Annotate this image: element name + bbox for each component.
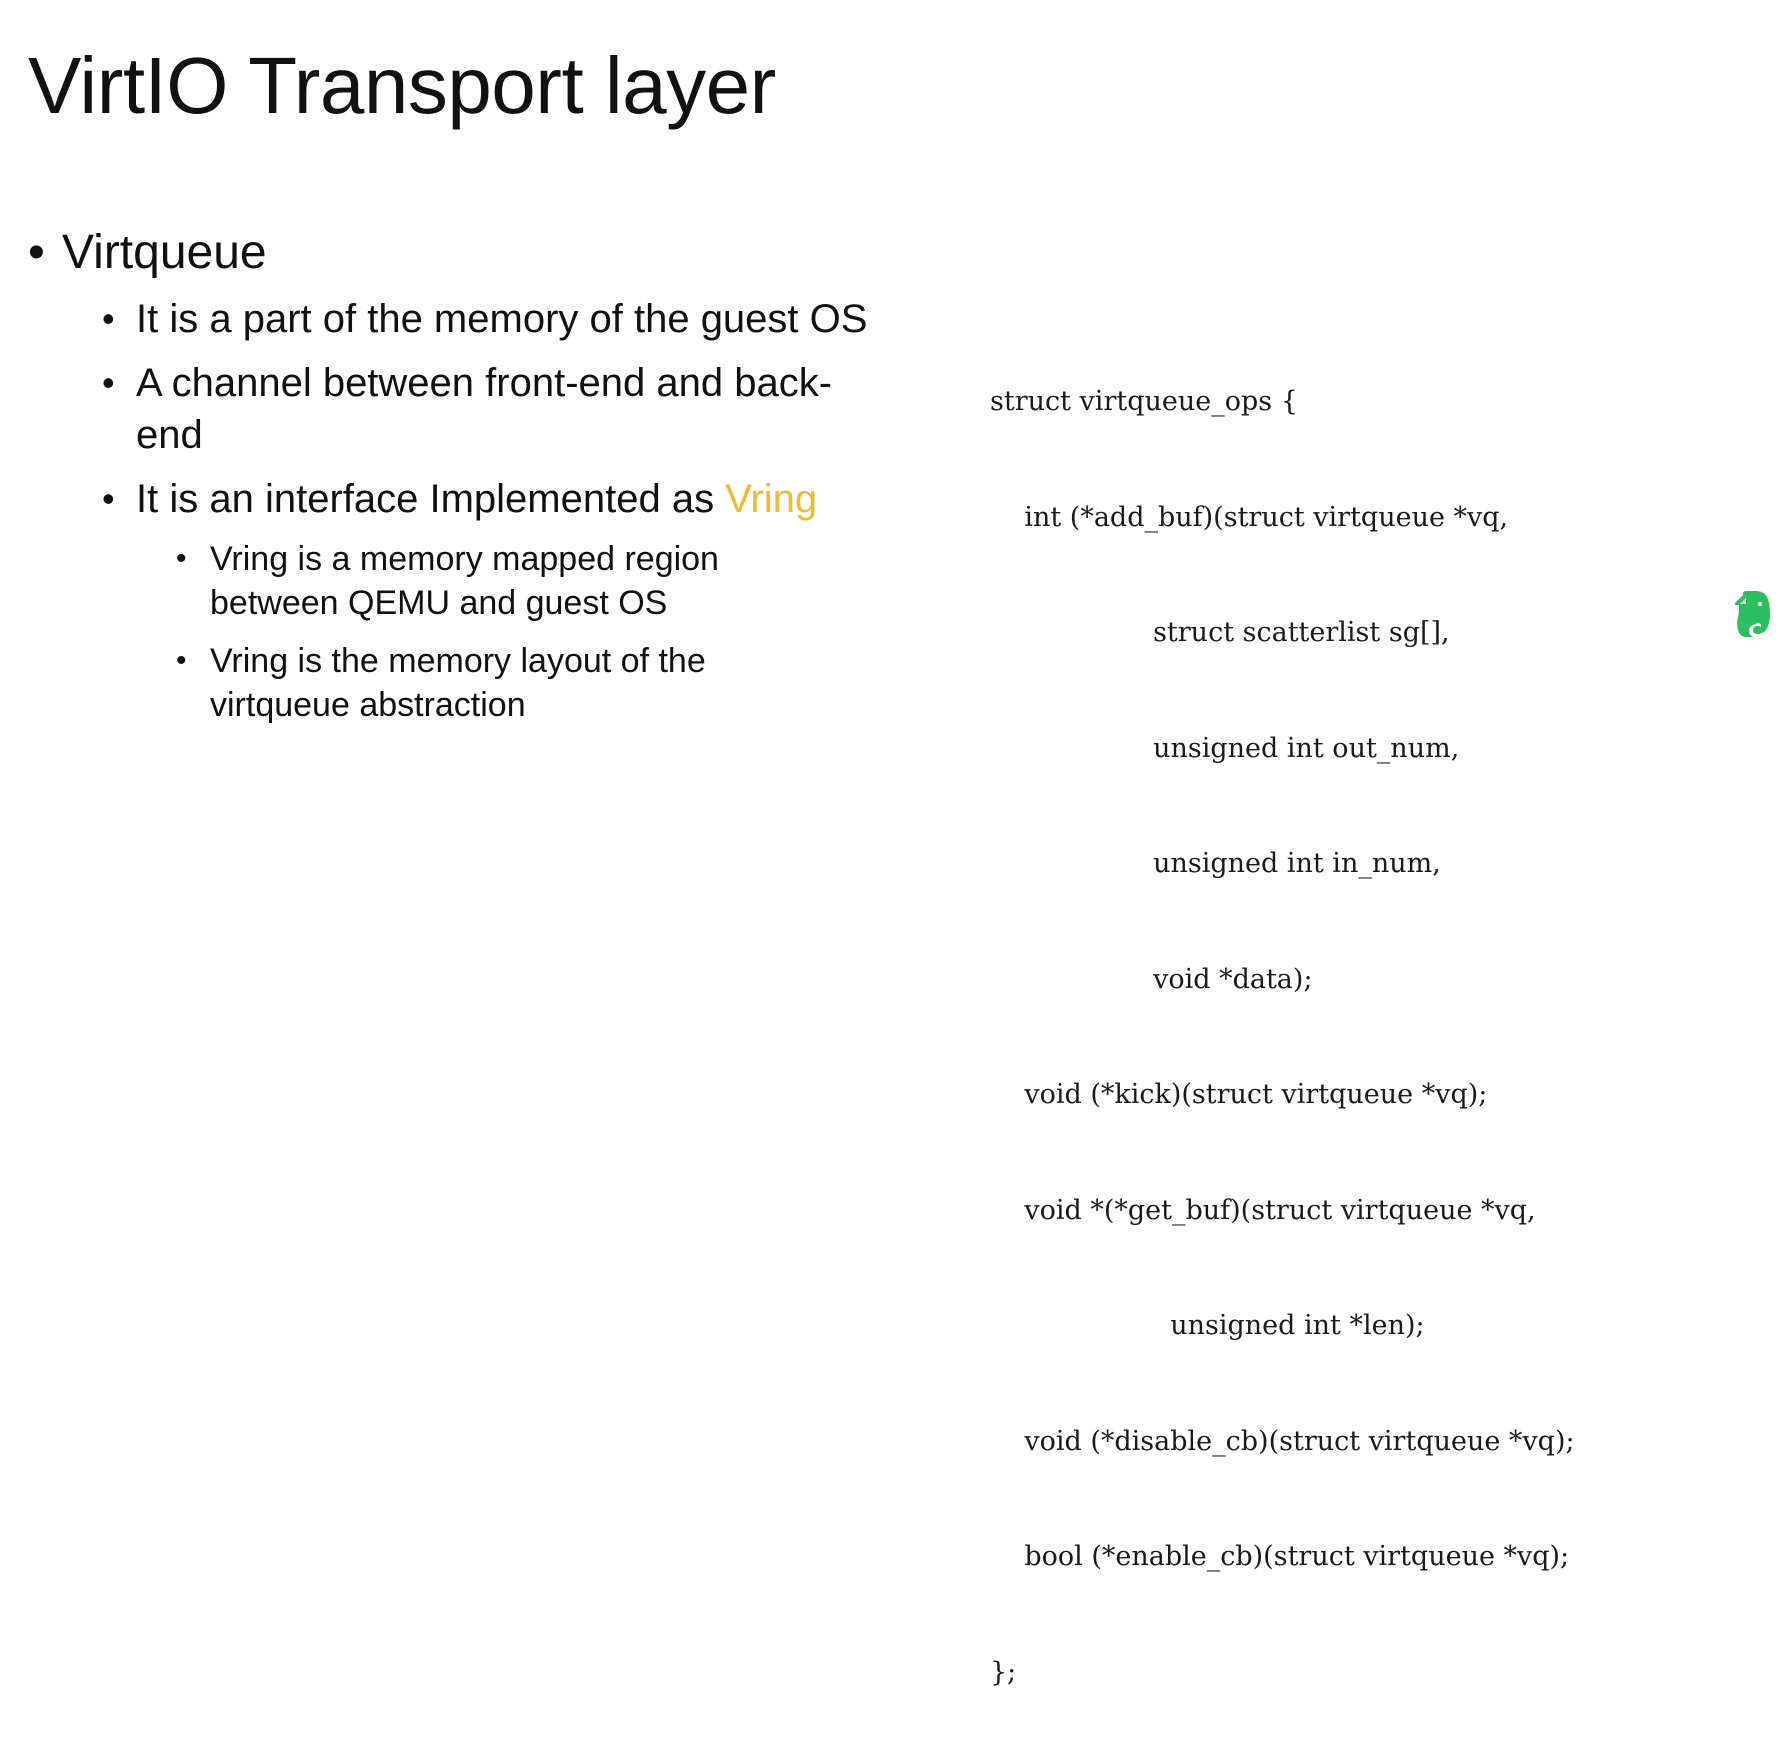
- sub-sub-bullet-memory-mapped: Vring is a memory mapped region between …: [176, 537, 850, 625]
- sub-bullet-channel: A channel between front-end and back-end: [102, 357, 876, 461]
- sub-sub-bullet-memory-layout: Vring is the memory layout of the virtqu…: [176, 639, 850, 727]
- code-line: unsigned int in_num,: [990, 848, 1441, 879]
- sub-sub-bullet-list: Vring is a memory mapped region between …: [176, 537, 868, 727]
- code-line: bool (*enable_cb)(struct virtqueue *vq);: [990, 1541, 1570, 1572]
- code-line: void (*kick)(struct virtqueue *vq);: [990, 1079, 1488, 1110]
- sub-bullet-list: It is a part of the memory of the guest …: [102, 293, 868, 727]
- evernote-elephant-icon[interactable]: [1734, 590, 1774, 638]
- sub-bullet-interface: It is an interface Implemented as Vring: [102, 473, 876, 525]
- code-line: void *(*get_buf)(struct virtqueue *vq,: [990, 1194, 1536, 1226]
- code-line: unsigned int out_num,: [990, 732, 1460, 764]
- bullet-list: Virtqueue It is a part of the memory of …: [28, 225, 868, 741]
- slide: VirtIO Transport layer Virtqueue It is a…: [0, 0, 1778, 1688]
- code-line: void *data);: [990, 963, 1313, 995]
- sub-bullet-memory-part: It is a part of the memory of the guest …: [102, 293, 876, 345]
- sub-bullet-interface-text: It is an interface Implemented as: [136, 477, 726, 521]
- code-line: void (*disable_cb)(struct virtqueue *vq)…: [990, 1425, 1575, 1457]
- code-line: int (*add_buf)(struct virtqueue *vq,: [990, 501, 1509, 533]
- code-line: unsigned int *len);: [990, 1310, 1425, 1341]
- code-line: struct virtqueue_ops {: [990, 386, 1298, 417]
- code-block-virtqueue-ops: struct virtqueue_ops { int (*add_buf)(st…: [990, 306, 1575, 1744]
- bullet-virtqueue: Virtqueue: [28, 225, 868, 281]
- slide-title: VirtIO Transport layer: [28, 41, 776, 130]
- code-line: struct scatterlist sg[],: [990, 617, 1450, 648]
- vring-highlight: Vring: [725, 477, 818, 521]
- code-line: };: [990, 1656, 1017, 1688]
